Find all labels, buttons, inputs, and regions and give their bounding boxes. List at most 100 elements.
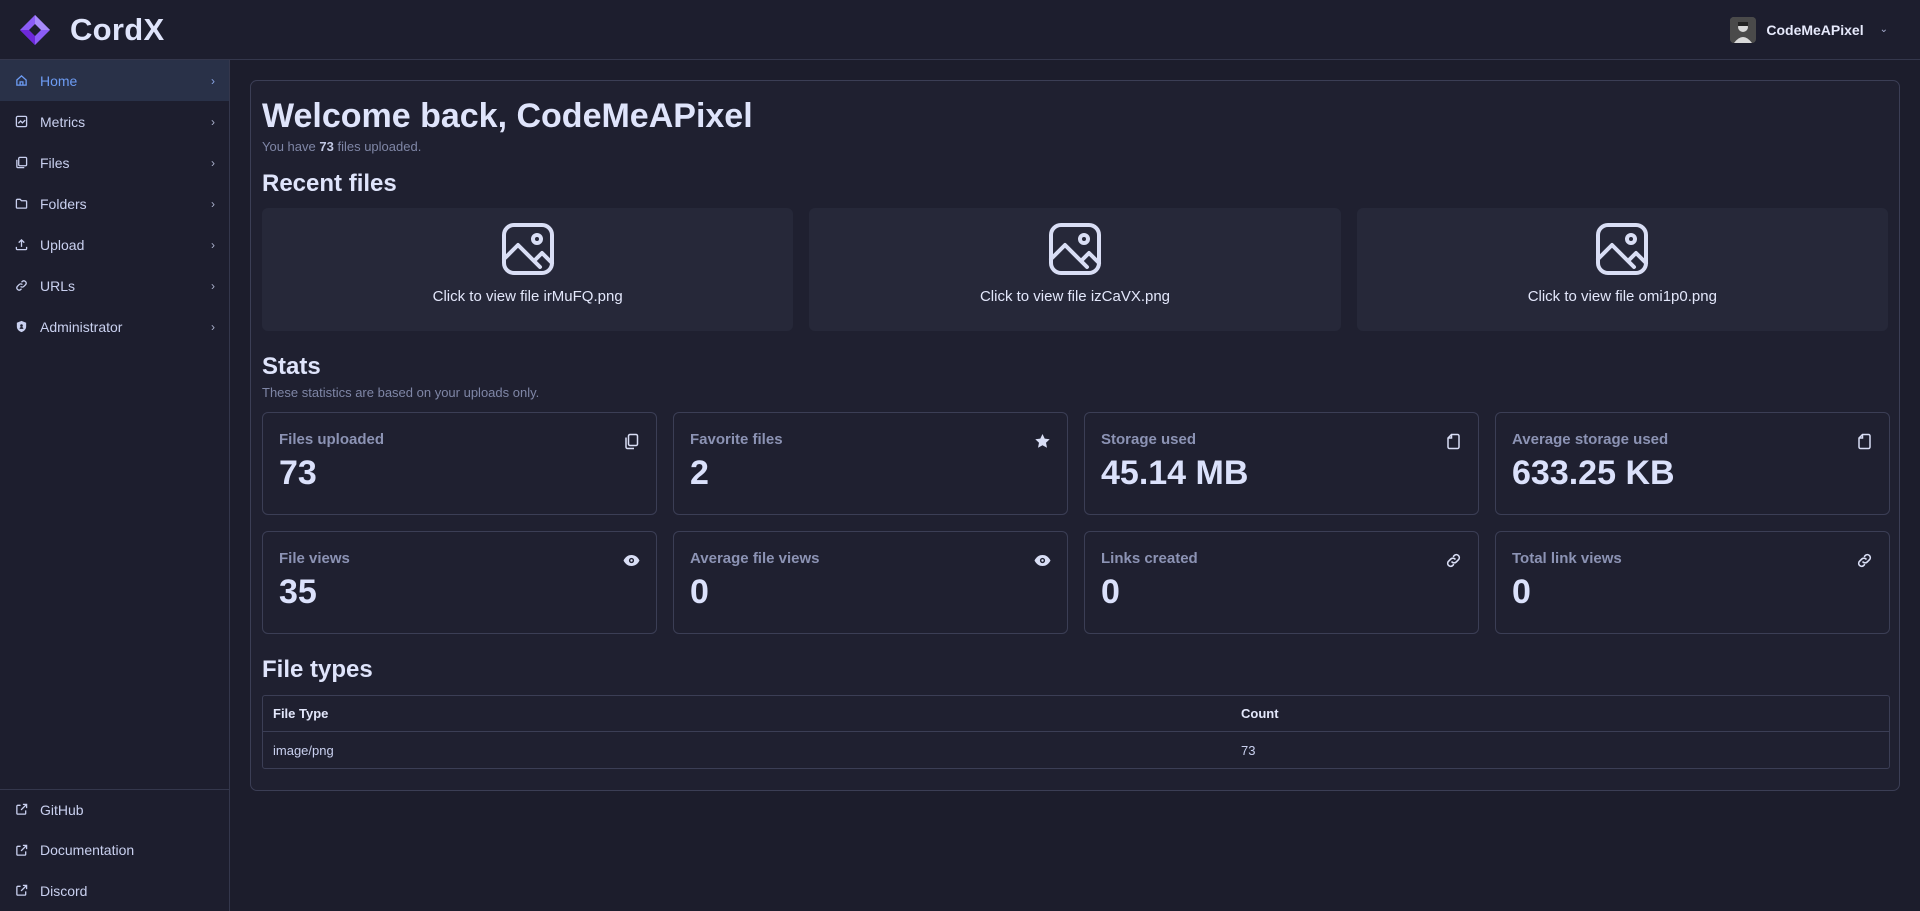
stat-value: 45.14 MB [1101, 454, 1249, 492]
stat-label: Average file views [690, 550, 820, 567]
file-types-heading: File types [262, 656, 373, 683]
stat-card-file-views: File views 35 [262, 531, 657, 634]
user-menu[interactable]: CodeMeAPixel ⌄ [1730, 16, 1888, 43]
recent-file-label: Click to view file omi1p0.png [1527, 288, 1717, 305]
welcome-file-count: 73 [319, 139, 334, 154]
stat-value: 0 [1101, 573, 1120, 611]
file-icon [1447, 433, 1460, 450]
recent-file-card[interactable]: Click to view file omi1p0.png [1356, 208, 1888, 331]
recent-files-heading: Recent files [262, 170, 397, 197]
table-cell-count: 73 [1241, 742, 1256, 758]
sidebar-item-label: Home [40, 72, 78, 89]
link-icon [1857, 553, 1872, 568]
chevron-down-icon: ⌄ [1879, 24, 1888, 35]
file-types-table: File Type Count image/png 73 [262, 695, 1890, 769]
sidebar-link-label: GitHub [40, 801, 84, 818]
chevron-right-icon: › [211, 237, 215, 252]
welcome-sub-suffix: files uploaded. [337, 139, 422, 154]
sidebar-link-discord[interactable]: Discord [0, 871, 229, 911]
sidebar-item-label: Upload [40, 236, 85, 253]
recent-file-label: Click to view file irMuFQ.png [432, 288, 623, 305]
stat-card-average-file-views: Average file views 0 [673, 531, 1068, 634]
stat-label: Total link views [1512, 550, 1622, 567]
link-icon [14, 279, 28, 293]
sidebar: Home › Metrics › Files › Folders › Uploa… [0, 60, 230, 911]
chart-icon [14, 115, 28, 129]
recent-file-label: Click to view file izCaVX.png [979, 288, 1171, 305]
external-link-icon [14, 803, 28, 817]
sidebar-item-administrator[interactable]: Administrator › [0, 306, 229, 347]
stat-value: 2 [690, 454, 709, 492]
stat-value: 633.25 KB [1512, 454, 1675, 492]
table-header-count: Count [1231, 696, 1889, 732]
sidebar-item-folders[interactable]: Folders › [0, 183, 229, 224]
stat-card-total-link-views: Total link views 0 [1495, 531, 1890, 634]
image-icon [1048, 223, 1101, 275]
stat-label: Average storage used [1512, 431, 1669, 448]
image-icon [1596, 223, 1649, 275]
chevron-right-icon: › [211, 73, 215, 88]
file-icon [1858, 433, 1871, 450]
sidebar-item-urls[interactable]: URLs › [0, 265, 229, 306]
stat-label: Favorite files [690, 431, 783, 448]
image-icon [501, 223, 554, 275]
table-cell-file-type: image/png [273, 742, 334, 758]
stat-value: 0 [690, 573, 709, 611]
stats-grid: Files uploaded 73 Favorite files 2 Stora… [262, 412, 1890, 634]
app-name: CordX [70, 11, 165, 47]
sidebar-item-files[interactable]: Files › [0, 142, 229, 183]
stat-label: Storage used [1101, 431, 1197, 448]
stat-card-favorite-files: Favorite files 2 [673, 412, 1068, 515]
cordx-logo-icon [20, 14, 50, 45]
stat-value: 0 [1512, 573, 1531, 611]
stat-card-links-created: Links created 0 [1084, 531, 1479, 634]
brand[interactable]: CordX [18, 12, 165, 48]
recent-files-list: Click to view file irMuFQ.png Click to v… [262, 208, 1888, 331]
sidebar-item-metrics[interactable]: Metrics › [0, 101, 229, 142]
user-name: CodeMeAPixel [1766, 21, 1864, 38]
shield-icon [14, 320, 28, 334]
recent-file-card[interactable]: Click to view file izCaVX.png [809, 208, 1341, 331]
stat-label: File views [279, 550, 350, 567]
sidebar-item-label: Folders [40, 195, 87, 212]
sidebar-item-label: URLs [40, 277, 76, 294]
chevron-right-icon: › [211, 155, 215, 170]
page-title: Welcome back, CodeMeAPixel [262, 97, 753, 135]
stat-value: 73 [279, 454, 317, 492]
external-link-icon [14, 884, 28, 898]
welcome-subtitle: You have 73 files uploaded. [262, 139, 1888, 154]
eye-icon [1034, 555, 1051, 566]
sidebar-item-label: Files [40, 154, 70, 171]
recent-file-card[interactable]: Click to view file irMuFQ.png [262, 208, 794, 331]
stat-card-files-uploaded: Files uploaded 73 [262, 412, 657, 515]
chevron-right-icon: › [211, 196, 215, 211]
avatar-image-icon [1730, 16, 1757, 43]
sidebar-item-label: Administrator [40, 318, 123, 335]
chevron-right-icon: › [211, 319, 215, 334]
table-header-file-type: File Type [263, 696, 1231, 732]
sidebar-link-label: Documentation [40, 842, 135, 859]
sidebar-item-upload[interactable]: Upload › [0, 224, 229, 265]
eye-icon [623, 555, 640, 566]
stats-heading: Stats [262, 353, 321, 380]
stats-subtitle: These statistics are based on your uploa… [262, 385, 540, 400]
table-row: image/png 73 [263, 732, 1889, 768]
external-link-icon [14, 843, 28, 857]
chevron-right-icon: › [211, 114, 215, 129]
stat-card-average-storage: Average storage used 633.25 KB [1495, 412, 1890, 515]
stat-card-storage-used: Storage used 45.14 MB [1084, 412, 1479, 515]
sidebar-item-home[interactable]: Home › [0, 60, 229, 101]
sidebar-link-github[interactable]: GitHub [0, 790, 229, 831]
stat-label: Links created [1101, 550, 1198, 567]
sidebar-item-label: Metrics [40, 113, 86, 130]
table-header-row: File Type Count [263, 696, 1889, 732]
sidebar-link-documentation[interactable]: Documentation [0, 830, 229, 871]
upload-icon [14, 238, 28, 252]
star-icon [1035, 434, 1050, 448]
chevron-right-icon: › [211, 278, 215, 293]
files-icon [14, 156, 28, 170]
copy-icon [625, 433, 639, 450]
link-icon [1446, 553, 1461, 568]
home-icon [14, 74, 28, 88]
stat-label: Files uploaded [279, 431, 385, 448]
